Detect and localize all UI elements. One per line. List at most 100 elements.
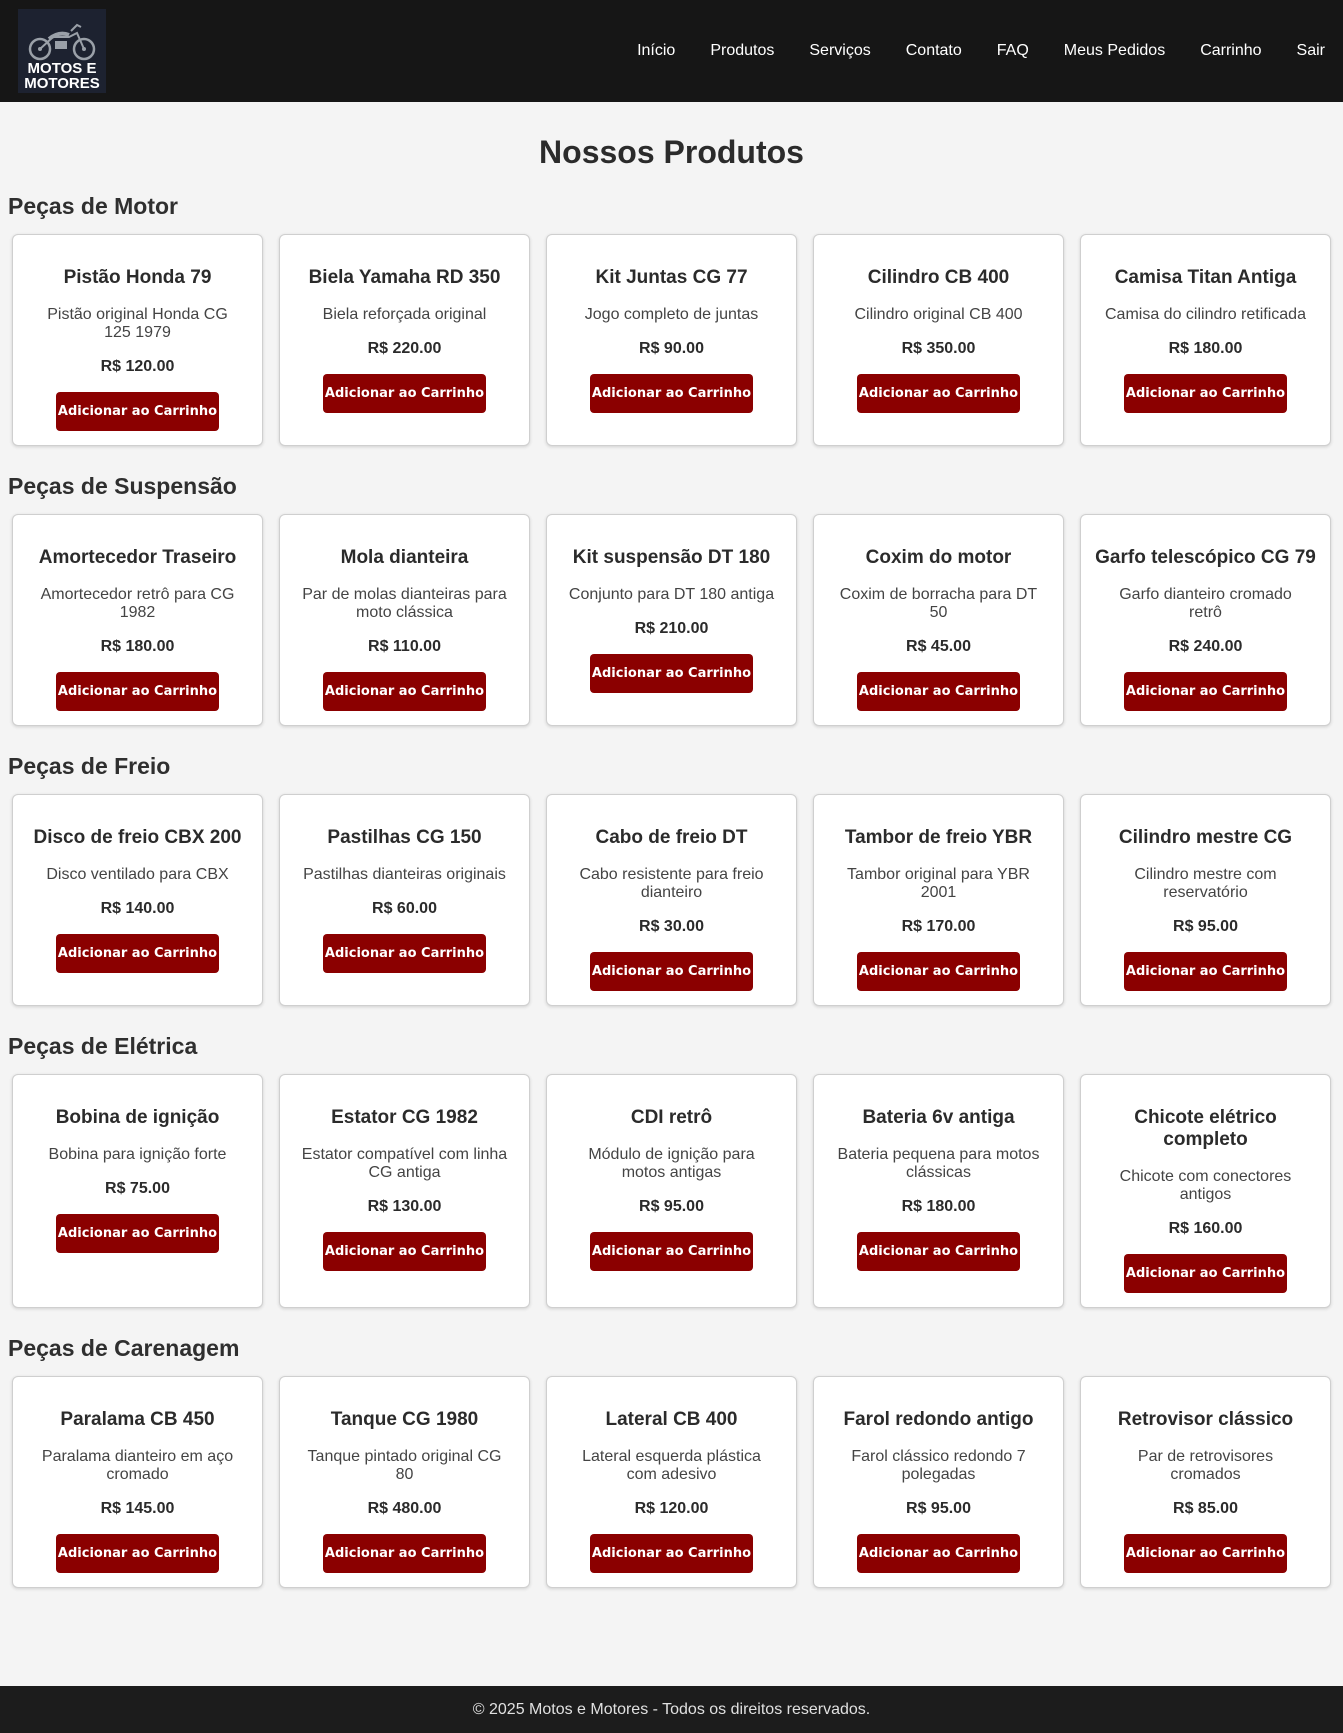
product-name: Farol redondo antigo	[843, 1409, 1034, 1430]
category-title: Peças de Freio	[8, 753, 171, 779]
product-name: Kit suspensão DT 180	[572, 547, 771, 568]
product-price: R$ 90.00	[639, 340, 704, 357]
product-card: Retrovisor clássico Par de retrovisores c…	[1080, 1376, 1331, 1588]
add-to-cart-button[interactable]: Adicionar ao Carrinho	[590, 1534, 753, 1573]
product-price: R$ 110.00	[368, 638, 441, 655]
product-name: Camisa Titan Antiga	[1114, 267, 1297, 288]
product-card: Paralama CB 450 Paralama dianteiro em aço…	[12, 1376, 263, 1588]
product-price: R$ 480.00	[367, 1500, 442, 1517]
site-footer: © 2025 Motos e Motores - Todos os direit…	[0, 1686, 1343, 1733]
product-description: Disco ventilado para CBX	[46, 866, 229, 883]
add-to-cart-button[interactable]: Adicionar ao Carrinho	[56, 934, 219, 973]
add-to-cart-button[interactable]: Adicionar ao Carrinho	[56, 392, 219, 431]
add-to-cart-button[interactable]: Adicionar ao Carrinho	[590, 1232, 753, 1271]
product-description: Cilindro original CB 400	[854, 306, 1023, 323]
product-price: R$ 180.00	[1168, 340, 1243, 357]
product-card: Bobina de ignição Bobina para ignição for…	[12, 1074, 263, 1308]
add-to-cart-button[interactable]: Adicionar ao Carrinho	[323, 1534, 486, 1573]
product-card: Estator CG 1982 Estator compatível com li…	[279, 1074, 530, 1308]
product-card: Tanque CG 1980 Tanque pintado original CG…	[279, 1376, 530, 1588]
product-name: Chicote elétrico completo	[1134, 1107, 1277, 1150]
product-price: R$ 45.00	[906, 638, 971, 655]
product-description: Cilindro mestre com reservatório	[1134, 866, 1277, 901]
product-card: Pastilhas CG 150 Pastilhas dianteiras ori…	[279, 794, 530, 1006]
nav-servicos[interactable]: Serviços	[809, 42, 870, 60]
category-section: Peças de Suspensão Amortecedor Traseiro Am…	[8, 472, 1335, 726]
product-name: Bobina de ignição	[55, 1107, 220, 1128]
add-to-cart-button[interactable]: Adicionar ao Carrinho	[323, 934, 486, 973]
add-to-cart-button[interactable]: Adicionar ao Carrinho	[857, 1534, 1020, 1573]
product-name: Kit Juntas CG 77	[595, 267, 748, 288]
product-card: Cilindro mestre CG Cilindro mestre com re…	[1080, 794, 1331, 1006]
product-name: Coxim do motor	[865, 547, 1012, 568]
product-price: R$ 240.00	[1168, 638, 1243, 655]
product-description: Paralama dianteiro em aço cromado	[41, 1448, 234, 1483]
product-name: CDI retrô	[630, 1107, 713, 1128]
product-name: Amortecedor Traseiro	[38, 547, 237, 568]
add-to-cart-button[interactable]: Adicionar ao Carrinho	[857, 1232, 1020, 1271]
logo[interactable]: MOTOS E MOTORES	[18, 9, 106, 93]
add-to-cart-button[interactable]: Adicionar ao Carrinho	[56, 1534, 219, 1573]
product-description: Tanque pintado original CG 80	[307, 1448, 502, 1483]
product-price: R$ 210.00	[634, 620, 709, 637]
add-to-cart-button[interactable]: Adicionar ao Carrinho	[857, 952, 1020, 991]
product-name: Lateral CB 400	[605, 1409, 738, 1430]
add-to-cart-button[interactable]: Adicionar ao Carrinho	[323, 672, 486, 711]
nav-meus-pedidos[interactable]: Meus Pedidos	[1064, 42, 1165, 60]
add-to-cart-button[interactable]: Adicionar ao Carrinho	[323, 1232, 486, 1271]
product-price: R$ 180.00	[901, 1198, 976, 1215]
add-to-cart-button[interactable]: Adicionar ao Carrinho	[56, 672, 219, 711]
product-name: Pastilhas CG 150	[327, 827, 482, 848]
nav-inicio[interactable]: Início	[637, 42, 675, 60]
add-to-cart-button[interactable]: Adicionar ao Carrinho	[857, 374, 1020, 413]
main-nav: Início Produtos Serviços Contato FAQ Meus Ped…	[602, 42, 1325, 60]
product-name: Cilindro CB 400	[867, 267, 1010, 288]
add-to-cart-button[interactable]: Adicionar ao Carrinho	[1124, 374, 1287, 413]
add-to-cart-button[interactable]: Adicionar ao Carrinho	[590, 952, 753, 991]
product-description: Biela reforçada original	[322, 306, 487, 323]
product-name: Mola dianteira	[340, 547, 469, 568]
product-price: R$ 130.00	[367, 1198, 442, 1215]
product-description: Garfo dianteiro cromado retrô	[1119, 586, 1292, 621]
product-card: Disco de freio CBX 200 Disco ventilado pa…	[12, 794, 263, 1006]
nav-faq[interactable]: FAQ	[997, 42, 1029, 60]
product-price: R$ 95.00	[639, 1198, 704, 1215]
add-to-cart-button[interactable]: Adicionar ao Carrinho	[323, 374, 486, 413]
product-description: Chicote com conectores antigos	[1119, 1168, 1292, 1203]
product-description: Camisa do cilindro retificada	[1105, 306, 1306, 323]
product-card: Bateria 6v antiga Bateria pequena para mo…	[813, 1074, 1064, 1308]
product-card: Camisa Titan Antiga Camisa do cilindro re…	[1080, 234, 1331, 446]
add-to-cart-button[interactable]: Adicionar ao Carrinho	[1124, 1534, 1287, 1573]
nav-produtos[interactable]: Produtos	[710, 42, 774, 60]
product-grid: Amortecedor Traseiro Amortecedor retrô pa…	[8, 514, 1335, 726]
category-section: Peças de Elétrica Bobina de ignição Bobina…	[8, 1032, 1335, 1308]
product-description: Conjunto para DT 180 antiga	[568, 586, 775, 603]
add-to-cart-button[interactable]: Adicionar ao Carrinho	[1124, 952, 1287, 991]
product-description: Lateral esquerda plástica com adesivo	[582, 1448, 761, 1483]
product-description: Cabo resistente para freio dianteiro	[579, 866, 764, 901]
nav-contato[interactable]: Contato	[906, 42, 962, 60]
product-grid: Paralama CB 450 Paralama dianteiro em aço…	[8, 1376, 1335, 1588]
add-to-cart-button[interactable]: Adicionar ao Carrinho	[56, 1214, 219, 1253]
product-card: Garfo telescópico CG 79 Garfo dianteiro c…	[1080, 514, 1331, 726]
product-card: Coxim do motor Coxim de borracha para DT …	[813, 514, 1064, 726]
product-grid: Pistão Honda 79 Pistão original Honda CG …	[8, 234, 1335, 446]
product-card: Lateral CB 400 Lateral esquerda plástica …	[546, 1376, 797, 1588]
nav-carrinho[interactable]: Carrinho	[1200, 42, 1261, 60]
add-to-cart-button[interactable]: Adicionar ao Carrinho	[1124, 672, 1287, 711]
product-name: Pistão Honda 79	[63, 267, 212, 288]
nav-sair[interactable]: Sair	[1297, 42, 1325, 60]
add-to-cart-button[interactable]: Adicionar ao Carrinho	[590, 654, 753, 693]
product-card: Cilindro CB 400 Cilindro original CB 400 R…	[813, 234, 1064, 446]
add-to-cart-button[interactable]: Adicionar ao Carrinho	[857, 672, 1020, 711]
add-to-cart-button[interactable]: Adicionar ao Carrinho	[590, 374, 753, 413]
product-description: Jogo completo de juntas	[584, 306, 759, 323]
main-content: Nossos Produtos Peças de Motor Pistão Hon…	[0, 132, 1343, 1588]
footer-copyright: © 2025 Motos e Motores - Todos os direit…	[472, 1700, 871, 1718]
motorcycle-icon	[28, 23, 96, 61]
add-to-cart-button[interactable]: Adicionar ao Carrinho	[1124, 1254, 1287, 1293]
product-description: Par de retrovisores cromados	[1137, 1448, 1274, 1483]
product-price: R$ 145.00	[100, 1500, 175, 1517]
product-name: Estator CG 1982	[331, 1107, 478, 1128]
product-card: Amortecedor Traseiro Amortecedor retrô pa…	[12, 514, 263, 726]
